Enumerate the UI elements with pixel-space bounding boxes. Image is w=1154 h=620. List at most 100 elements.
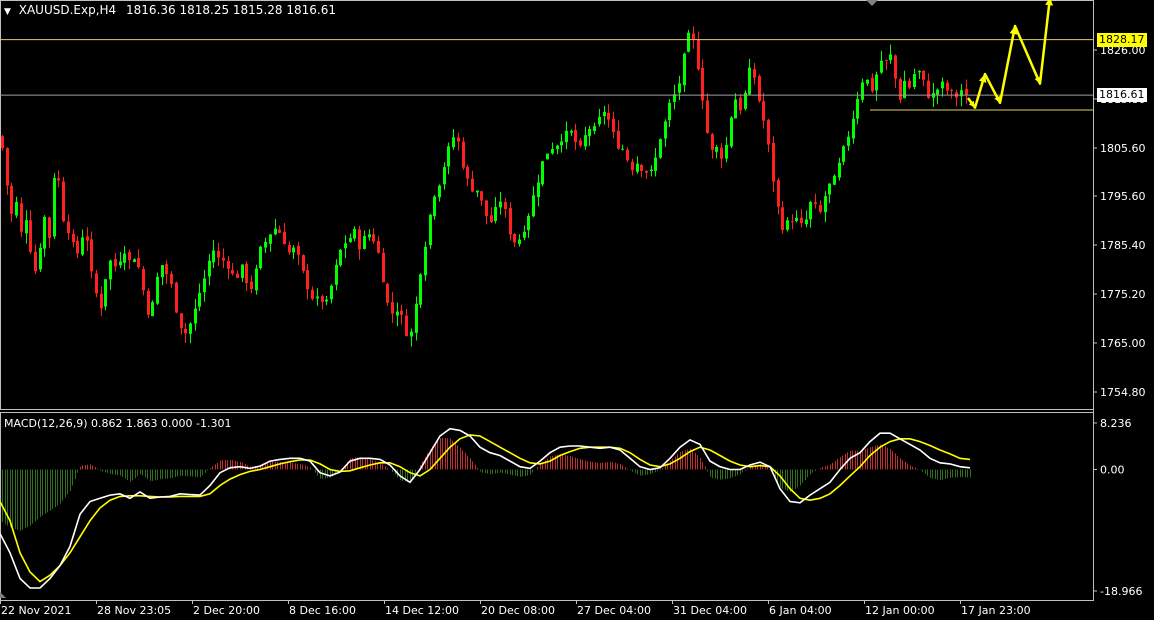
candle-body [753, 69, 756, 78]
candle-body [833, 175, 836, 185]
candle-body [20, 203, 23, 232]
macd-histogram [2, 437, 971, 531]
candle-body [189, 323, 192, 334]
candle-body [668, 102, 671, 121]
candle-body [706, 100, 709, 133]
candle-body [612, 118, 615, 132]
candle-body [443, 167, 446, 185]
candle-body [852, 118, 855, 139]
candle-body [194, 308, 197, 324]
candle-body [527, 215, 530, 231]
candle-body [650, 169, 653, 172]
candle-body [222, 257, 225, 261]
candle-body [386, 283, 389, 303]
candle-body [457, 137, 460, 142]
candle-body [697, 40, 700, 70]
candle-body [551, 148, 554, 154]
candle-body [809, 201, 812, 220]
candle-body [405, 315, 408, 336]
candle-body [410, 331, 413, 337]
time-axis: 22 Nov 2021 28 Nov 23:05 2 Dec 20:00 8 Dec … [0, 600, 1031, 617]
candle-body [659, 139, 662, 158]
candle-body [400, 310, 403, 315]
candle-body [950, 90, 953, 92]
candle-body [513, 233, 516, 243]
candle-body [828, 183, 831, 195]
candle-body [330, 285, 333, 300]
candle-body [57, 178, 60, 181]
candle-body [777, 180, 780, 207]
candle-body [452, 137, 455, 148]
x-tick-label: 22 Nov 2021 [1, 604, 71, 617]
candle-body [946, 82, 949, 91]
candle-body [645, 170, 648, 173]
candle-body [654, 157, 657, 171]
candle-body [715, 146, 718, 152]
candle-body [184, 328, 187, 334]
candle-body [114, 259, 117, 267]
menu-triangle-icon[interactable]: ▼ [4, 7, 11, 17]
x-tick-label: 20 Dec 08:00 [481, 604, 555, 617]
candle-body [523, 231, 526, 238]
candle-body [847, 136, 850, 146]
x-tick-label: 28 Nov 23:05 [97, 604, 171, 617]
candle-body [128, 252, 131, 261]
candle-body [311, 289, 314, 299]
candle-body [175, 282, 178, 313]
candle-body [692, 33, 695, 39]
candle-body [711, 134, 714, 150]
candle-body [137, 258, 140, 268]
candle-body [100, 293, 103, 309]
candle-body [494, 206, 497, 221]
candle-body [598, 116, 601, 125]
candle-body [81, 237, 84, 255]
macd-lines [0, 427, 971, 589]
x-tick-label: 12 Jan 00:00 [865, 604, 935, 617]
candle-body [123, 253, 126, 263]
candle-body [325, 299, 328, 302]
candle-body [292, 247, 295, 253]
candle-body [565, 130, 568, 143]
candle-body [67, 221, 70, 234]
signal-line [0, 434, 971, 583]
candle-body [90, 239, 93, 272]
candle-body [683, 53, 686, 86]
candle-body [504, 201, 507, 210]
candle-body [306, 270, 309, 290]
candle-body [584, 135, 587, 147]
candle-body [53, 177, 56, 237]
candle-body [34, 251, 37, 272]
candle-body [739, 97, 742, 111]
candle-body [43, 216, 46, 249]
candle-body [104, 279, 107, 307]
candle-body [321, 296, 324, 302]
candle-body [349, 238, 352, 242]
candle-body [490, 215, 493, 223]
candle-body [396, 311, 399, 316]
candle-body [903, 80, 906, 99]
candle-body [109, 260, 112, 280]
candle-body [607, 112, 610, 120]
candle-body [579, 140, 582, 146]
chart-canvas[interactable]: 1826.001815.801805.601795.601785.401775.… [0, 0, 1154, 620]
candle-body [894, 55, 897, 79]
candle-body [758, 76, 761, 101]
candle-body [687, 32, 690, 52]
candle-body [391, 302, 394, 314]
candle-body [546, 153, 549, 160]
candles-layer [1, 26, 968, 347]
candle-body [734, 99, 737, 119]
level-lines [0, 39, 1093, 111]
candle-body [6, 148, 9, 186]
candle-body [264, 241, 267, 248]
candle-body [725, 144, 728, 159]
candle-body [316, 296, 319, 299]
candle-body [476, 190, 479, 193]
candle-body [824, 196, 827, 213]
candle-body [302, 255, 305, 272]
x-tick-label: 8 Dec 16:00 [289, 604, 356, 617]
shift-marker-icon [866, 0, 878, 6]
candle-body [283, 231, 286, 245]
candle-body [278, 229, 281, 233]
candle-body [438, 185, 441, 198]
